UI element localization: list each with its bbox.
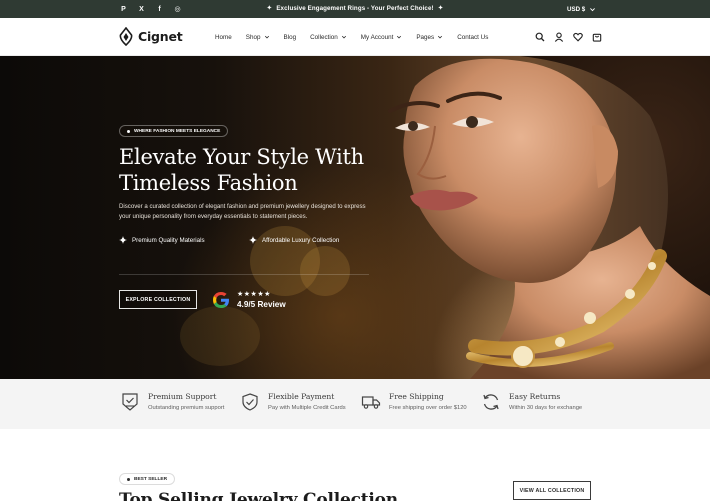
- sparkle-icon: [119, 236, 127, 244]
- nav-label: Blog: [283, 33, 297, 41]
- service-text: Premium Support Outstanding premium supp…: [148, 391, 224, 413]
- hero-title-line2: Timeless Fashion: [119, 171, 298, 195]
- hero-title-line1: Elevate Your Style With: [119, 145, 364, 169]
- nav-item-blog[interactable]: Blog: [284, 34, 297, 41]
- chevron-down-icon: [397, 35, 402, 39]
- announcement-bar: P X f ◎ ✦ Exclusive Engagement Rings - Yo…: [0, 0, 710, 18]
- service-text: Free Shipping Free shipping over order $…: [389, 391, 467, 413]
- service-item-payment: Flexible Payment Pay with Multiple Credi…: [240, 391, 346, 413]
- service-title: Premium Support: [148, 392, 217, 401]
- service-item-support: Premium Support Outstanding premium supp…: [120, 391, 224, 413]
- sparkle-icon: ✦: [437, 5, 444, 12]
- hero-title: Elevate Your Style With Timeless Fashion: [119, 144, 419, 196]
- currency-selector[interactable]: USD $: [567, 0, 596, 18]
- logo-mark-icon: [119, 27, 133, 46]
- feature-item: Premium Quality Materials: [119, 236, 249, 244]
- support-icon: [120, 392, 140, 412]
- review-text-group: ★★★★★ 4.9/5 Review: [237, 291, 286, 310]
- section-title: Top Selling Jewelry Collection: [119, 490, 398, 501]
- nav-label: Pages: [416, 33, 435, 41]
- announcement-text-wrap: ✦ Exclusive Engagement Rings - Your Perfe…: [0, 0, 710, 18]
- hero-badge: WHERE FASHION MEETS ELEGANCE: [119, 125, 229, 137]
- hero-banner: WHERE FASHION MEETS ELEGANCE Elevate You…: [0, 56, 710, 379]
- heart-icon[interactable]: [572, 32, 583, 43]
- nav-label: Contact Us: [457, 33, 489, 41]
- nav-label: Shop: [245, 33, 261, 41]
- dot-icon: [127, 477, 130, 481]
- explore-collection-button[interactable]: EXPLORE COLLECTION: [119, 290, 197, 309]
- service-subtitle: Pay with Multiple Credit Cards: [268, 405, 346, 411]
- rating-score: 4.9/5 Review: [237, 299, 286, 309]
- service-subtitle: Within 30 days for exchange: [509, 405, 583, 411]
- announcement-text: Exclusive Engagement Rings - Your Perfec…: [276, 5, 434, 12]
- nav-item-shop[interactable]: Shop: [246, 34, 270, 41]
- divider: [119, 274, 369, 275]
- logo-text: Cignet: [138, 29, 183, 44]
- nav-item-pages[interactable]: Pages: [416, 34, 443, 41]
- cart-icon[interactable]: [591, 32, 602, 43]
- chevron-down-icon: [590, 7, 596, 11]
- service-title: Easy Returns: [509, 392, 561, 401]
- dot-icon: [127, 129, 130, 133]
- service-subtitle: Free shipping over order $120: [389, 405, 467, 411]
- nav-item-contact-us[interactable]: Contact Us: [457, 34, 488, 41]
- bestseller-badge: BEST SELLER: [119, 473, 176, 485]
- chevron-down-icon: [341, 35, 346, 39]
- google-logo-icon: [213, 292, 229, 308]
- shield-check-icon: [240, 392, 260, 412]
- review-summary: ★★★★★ 4.9/5 Review: [211, 290, 286, 310]
- currency-label: USD $: [567, 5, 586, 13]
- sparkle-icon: ✦: [266, 5, 273, 12]
- service-text: Flexible Payment Pay with Multiple Credi…: [268, 391, 346, 413]
- nav-label: My Account: [360, 33, 394, 41]
- view-all-collection-button[interactable]: VIEW ALL COLLECTION: [513, 481, 591, 500]
- logo[interactable]: Cignet: [119, 27, 183, 46]
- service-strip: Premium Support Outstanding premium supp…: [0, 379, 710, 429]
- service-item-shipping: Free Shipping Free shipping over order $…: [361, 391, 467, 413]
- site-header: Cignet Home Shop Blog Collection My Acco…: [0, 18, 710, 56]
- hero-model-image: [388, 56, 710, 379]
- feature-item: Affordable Luxury Collection: [249, 236, 379, 244]
- service-item-returns: Easy Returns Within 30 days for exchange: [481, 391, 582, 413]
- return-icon: [481, 392, 501, 412]
- bokeh-light: [300, 246, 350, 296]
- hero-description: Discover a curated collection of elegant…: [119, 203, 366, 220]
- main-nav: Home Shop Blog Collection My Account Pag…: [215, 18, 502, 56]
- chevron-down-icon: [438, 35, 443, 39]
- nav-item-collection[interactable]: Collection: [310, 34, 347, 41]
- rating-stars: ★★★★★: [237, 290, 271, 298]
- user-icon[interactable]: [553, 32, 564, 43]
- nav-item-my-account[interactable]: My Account: [361, 34, 403, 41]
- sparkle-icon: [249, 236, 257, 244]
- bestseller-badge-text: BEST SELLER: [134, 476, 168, 482]
- service-title: Flexible Payment: [268, 392, 335, 401]
- header-actions: [534, 18, 602, 56]
- bokeh-light: [180, 306, 260, 366]
- bestseller-section: BEST SELLER Top Selling Jewelry Collecti…: [0, 429, 710, 501]
- feature-label: Affordable Luxury Collection: [262, 236, 340, 244]
- feature-label: Premium Quality Materials: [132, 236, 205, 244]
- service-title: Free Shipping: [389, 392, 444, 401]
- chevron-down-icon: [264, 35, 269, 39]
- truck-icon: [361, 392, 381, 412]
- hero-badge-text: WHERE FASHION MEETS ELEGANCE: [134, 128, 221, 134]
- service-text: Easy Returns Within 30 days for exchange: [509, 391, 582, 413]
- hero-features: Premium Quality Materials Affordable Lux…: [119, 236, 379, 244]
- service-subtitle: Outstanding premium support: [148, 405, 225, 411]
- nav-label: Collection: [310, 33, 338, 41]
- nav-item-home[interactable]: Home: [215, 34, 232, 41]
- nav-label: Home: [215, 33, 232, 41]
- search-icon[interactable]: [534, 32, 545, 43]
